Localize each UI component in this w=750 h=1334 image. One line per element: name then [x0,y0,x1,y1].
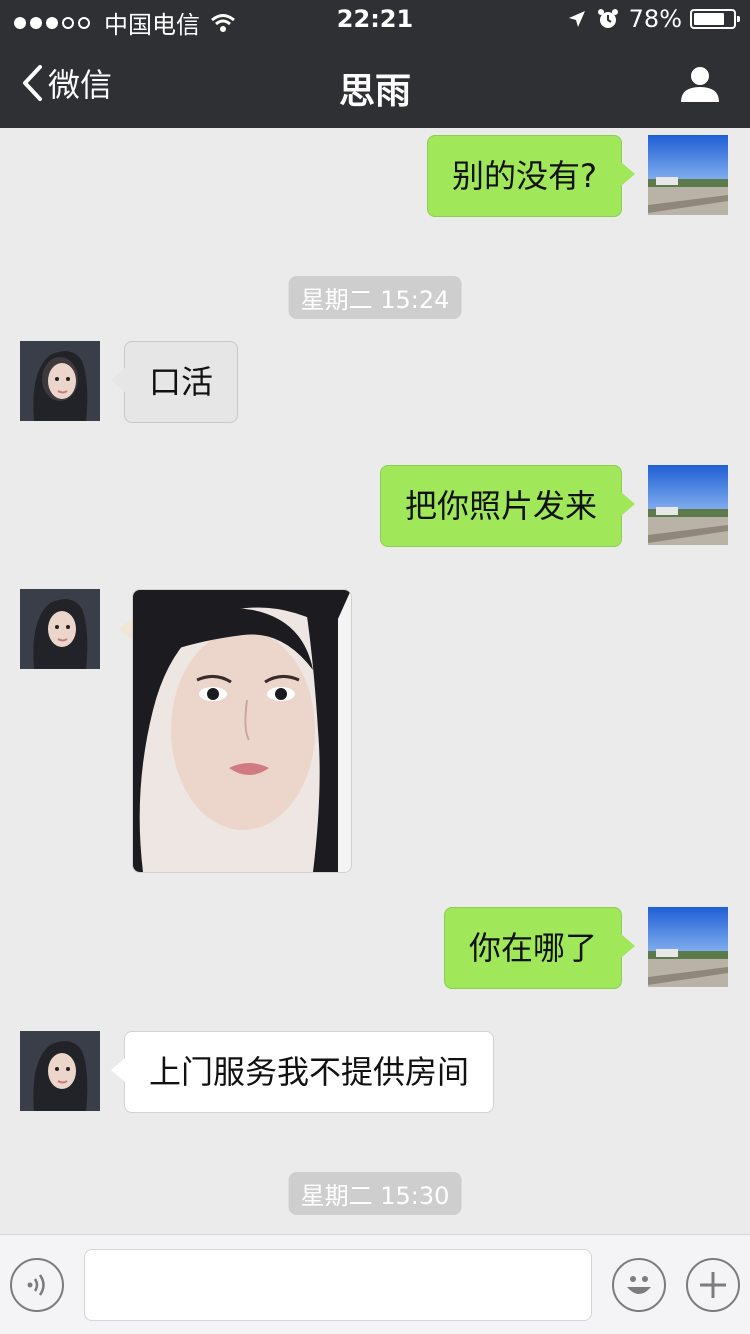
voice-button[interactable] [10,1258,64,1312]
my-avatar[interactable] [648,907,728,987]
message-row-outgoing: 别的没有? [0,135,750,217]
status-right: 78% [567,5,740,33]
alarm-icon [597,8,619,30]
battery-fill [694,13,724,25]
message-row-incoming: 上门服务我不提供房间 [0,1031,750,1113]
message-row-incoming: 口活 [0,341,750,423]
person-icon [681,67,719,102]
contact-avatar[interactable] [20,1031,100,1111]
emoji-icon [627,1276,651,1294]
nav-bar: 微信 思雨 [0,40,750,128]
message-bubble-outgoing[interactable]: 别的没有? [427,135,635,217]
chat-title: 思雨 [338,71,411,112]
message-row-outgoing: 把你照片发来 [0,465,750,547]
message-row-incoming [0,589,750,873]
contact-avatar[interactable] [20,589,100,669]
voice-icon [27,1274,45,1296]
battery-icon [690,9,740,29]
my-avatar[interactable] [648,135,728,215]
location-arrow-icon [567,9,587,29]
input-bar [0,1234,750,1334]
timestamp: 星期二 15:24 [288,276,462,319]
photo-bubble-tail [118,619,132,639]
contact-avatar[interactable] [20,341,100,421]
message-photo[interactable] [132,589,352,873]
emoji-button[interactable] [612,1258,666,1312]
chat-area[interactable]: 别的没有? 星期二 15:24 口活 把你照片发来 你在哪了 上门服务我不提供房… [0,128,750,1234]
plus-icon [700,1272,726,1298]
message-bubble-outgoing[interactable]: 你在哪了 [443,907,636,989]
contact-profile-button[interactable] [680,66,720,106]
message-bubble-incoming[interactable]: 口活 [110,341,239,423]
battery-percent: 78% [628,5,682,33]
my-avatar[interactable] [648,465,728,545]
message-row-outgoing: 你在哪了 [0,907,750,989]
status-bar: 中国电信 22:21 78% [0,0,750,40]
timestamp: 星期二 15:30 [288,1172,462,1215]
message-bubble-incoming[interactable]: 上门服务我不提供房间 [110,1031,495,1113]
more-button[interactable] [686,1258,740,1312]
message-input[interactable] [84,1249,592,1321]
message-bubble-outgoing[interactable]: 把你照片发来 [379,465,636,547]
